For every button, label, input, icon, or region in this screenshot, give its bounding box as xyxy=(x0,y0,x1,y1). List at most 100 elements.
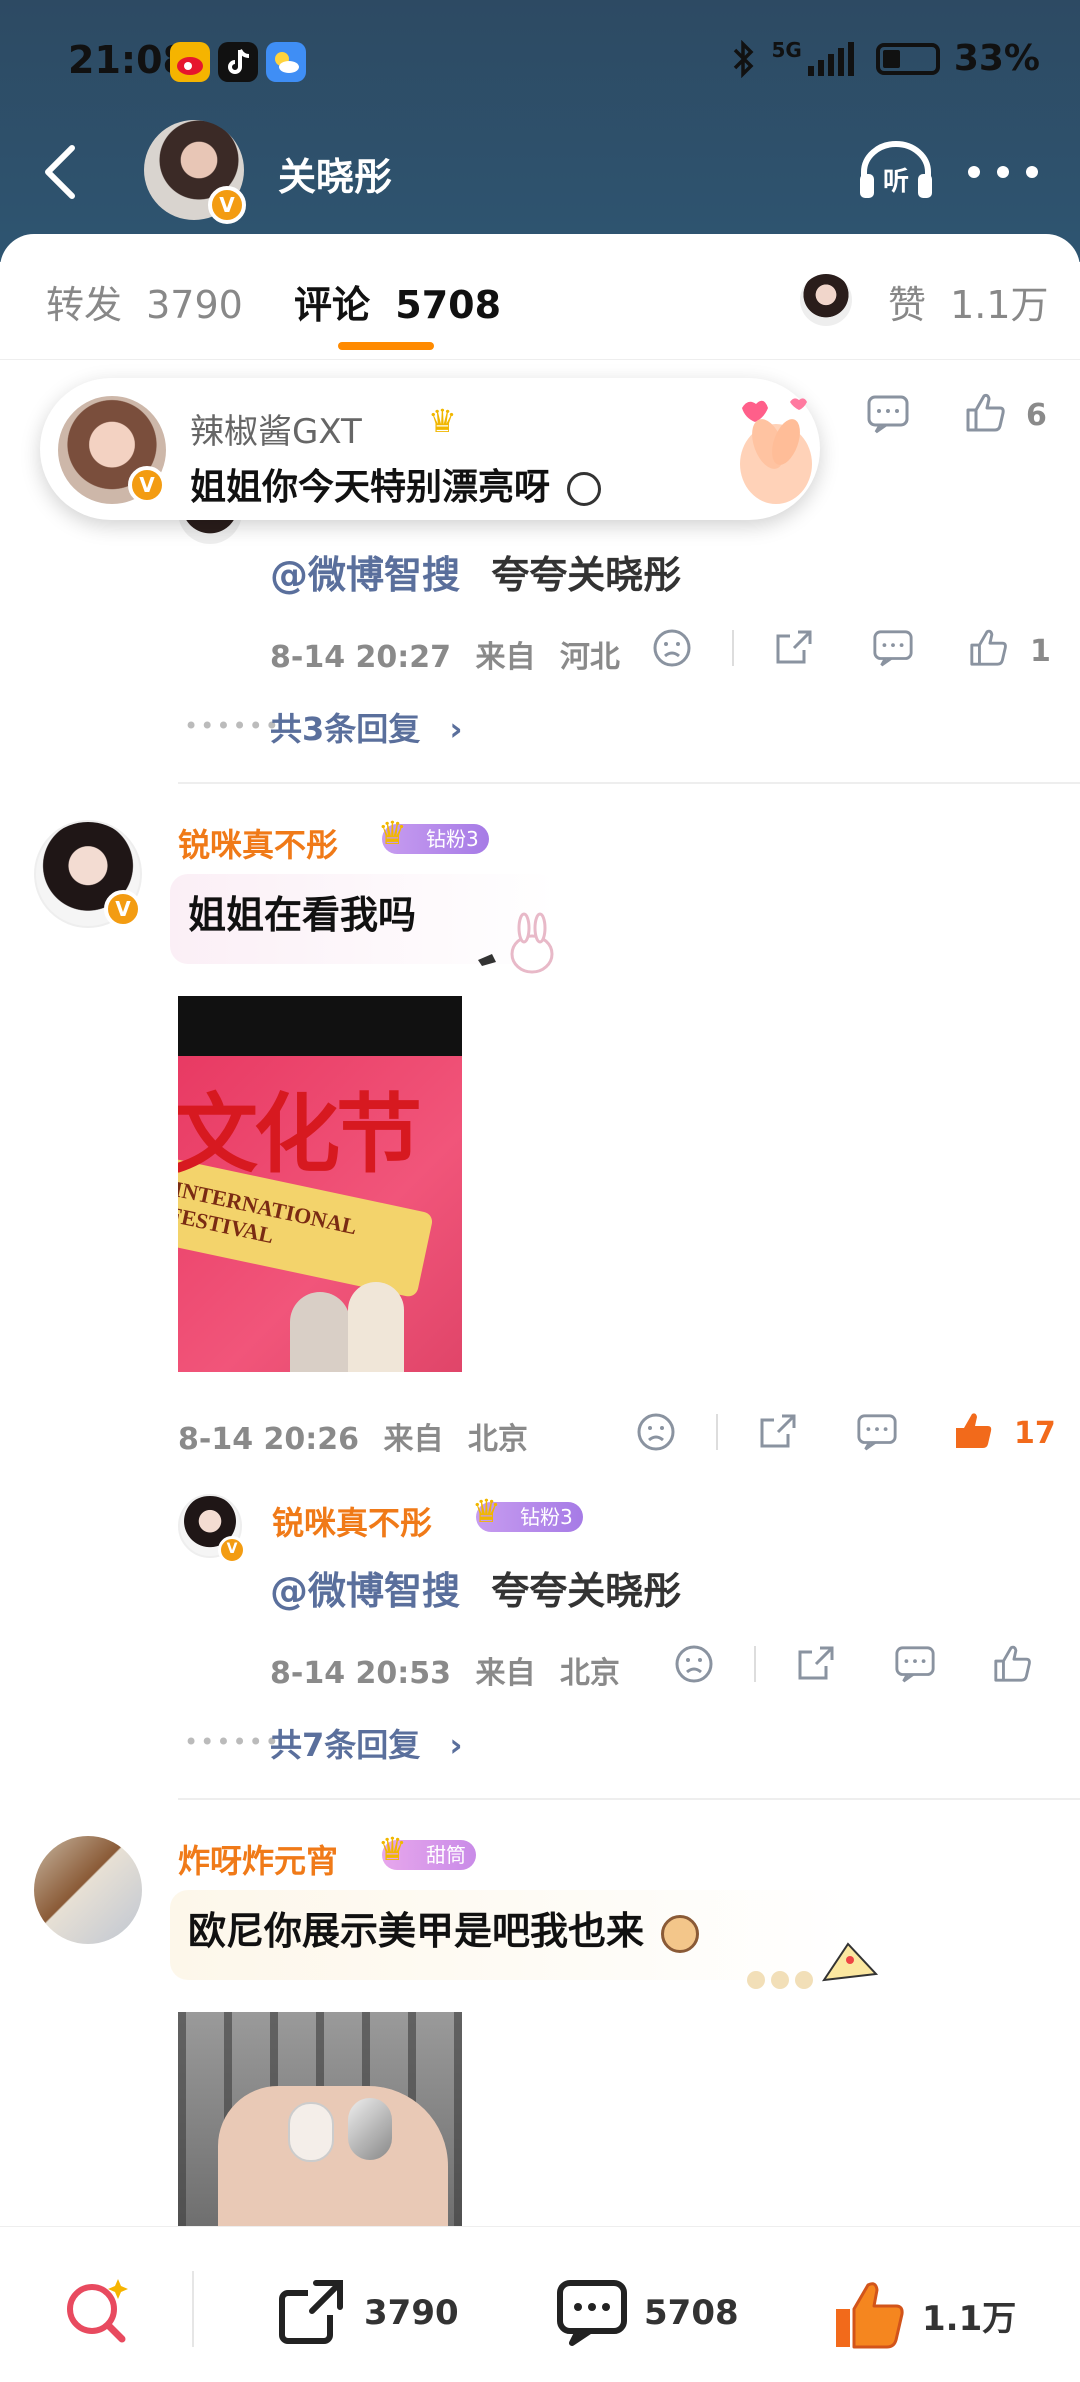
fan-level-badge[interactable]: ♛ 甜筒 xyxy=(378,1833,476,1870)
mention-link[interactable]: @微博智搜 xyxy=(270,553,460,597)
chevron-right-icon: › xyxy=(449,710,463,748)
tab-repost-label: 转发 xyxy=(46,283,123,327)
like-thumb-icon[interactable] xyxy=(992,1642,1034,1684)
comment-photo[interactable] xyxy=(178,2012,462,2226)
reply-username[interactable]: 锐咪真不彤 xyxy=(272,1498,432,1544)
verified-badge: V xyxy=(128,466,166,504)
share-icon[interactable] xyxy=(796,1644,836,1684)
like-thumb-icon[interactable] xyxy=(964,390,1008,434)
comment-divider xyxy=(178,1798,1080,1800)
fan-level-badge[interactable]: ♛ 钻粉3 xyxy=(378,817,489,854)
bluetooth-icon xyxy=(734,39,754,78)
back-arrow-icon[interactable] xyxy=(36,140,84,204)
commenter-username[interactable]: 炸呀炸元宵 xyxy=(178,1836,338,1882)
tab-repost[interactable]: 转发 3790 xyxy=(46,274,243,329)
tab-bar: 转发 3790 评论 5708 赞 1.1万 xyxy=(0,234,1080,360)
bottom-like-button[interactable]: 1.1万 xyxy=(830,2277,1016,2353)
commenter-avatar[interactable] xyxy=(34,1836,142,1944)
commenter-username[interactable]: 锐咪真不彤 xyxy=(178,820,338,866)
comment-divider xyxy=(178,782,1080,784)
crown-icon: ♛ xyxy=(472,1492,501,1530)
action-divider xyxy=(732,630,734,666)
tab-like[interactable]: 赞 1.1万 xyxy=(888,274,1049,329)
toast-username: 辣椒酱GXT xyxy=(190,412,362,452)
crown-icon: ♛ xyxy=(428,402,457,440)
dislike-face-icon[interactable] xyxy=(636,1412,676,1452)
status-right: 5G 33% xyxy=(731,38,1040,79)
verified-badge: V xyxy=(104,890,142,928)
fan-badge-text: 钻粉3 xyxy=(520,1505,573,1529)
comment-icon[interactable] xyxy=(872,628,914,668)
share-icon[interactable] xyxy=(758,1412,798,1452)
battery-icon xyxy=(875,42,940,75)
bottom-comment-button[interactable]: 5708 xyxy=(556,2277,739,2349)
top-comment-like-count: 6 xyxy=(1026,398,1047,433)
comment-text: 欧尼你展示美甲是吧我也来 xyxy=(188,1909,645,1953)
bottom-action-bar: 3790 5708 1.1万 xyxy=(0,2226,1080,2382)
reply-meta: 8-14 20:53 来自 北京 xyxy=(270,1648,620,1692)
tab-comment-count: 5708 xyxy=(395,283,502,327)
photo-nail xyxy=(288,2102,334,2162)
comment-icon[interactable] xyxy=(894,1644,936,1684)
comment-icon[interactable] xyxy=(866,394,910,434)
more-options-icon[interactable] xyxy=(968,166,1038,178)
crown-icon: ♛ xyxy=(378,814,407,852)
cat-emoji-icon xyxy=(566,472,601,506)
reply-location: 北京 xyxy=(559,1656,620,1691)
reply-mention-line: @微博智搜 夸夸关晓彤 xyxy=(270,1560,681,1615)
photo-nail xyxy=(348,2098,392,2160)
reply-from: 来自 xyxy=(475,640,536,675)
listen-headphones-icon[interactable]: 听 xyxy=(856,138,936,202)
photo-banner-text: 文化节 xyxy=(178,1085,422,1185)
reply-like-count: 1 xyxy=(1030,634,1051,669)
more-replies-text: 共7条回复 xyxy=(270,1726,421,1764)
comment-icon xyxy=(557,2280,627,2346)
dislike-face-icon[interactable] xyxy=(674,1644,714,1684)
comment-photo[interactable]: 文化节 INTERNATIONAL FESTIVAL xyxy=(178,996,462,1372)
share-icon[interactable] xyxy=(774,628,814,668)
mention-link[interactable]: @微博智搜 xyxy=(270,1569,460,1613)
bottom-comment-count: 5708 xyxy=(644,2293,739,2333)
bottom-repost-button[interactable]: 3790 xyxy=(276,2277,459,2349)
signal-icon xyxy=(807,41,854,76)
replies-dots: •••••• xyxy=(184,1728,281,1756)
more-replies-link[interactable]: 共3条回复 › xyxy=(270,704,463,750)
toast-message-text: 姐姐你今天特别漂亮呀 xyxy=(190,467,551,508)
reply-date: 8-14 20:53 xyxy=(270,1656,452,1691)
cat-emoji-icon xyxy=(661,1914,700,1953)
tab-like-count: 1.1万 xyxy=(950,283,1049,327)
fan-level-badge[interactable]: ♛ 钻粉3 xyxy=(472,1495,583,1532)
photo-hand xyxy=(218,2086,448,2226)
comment-text: 姐姐在看我吗 xyxy=(188,893,417,937)
verified-badge: V xyxy=(218,1536,246,1564)
svg-text:听: 听 xyxy=(883,167,909,197)
network-label: 5G xyxy=(771,38,802,62)
cake-sticker-icon xyxy=(747,1942,879,1989)
more-replies-text: 共3条回复 xyxy=(270,710,421,748)
profile-name[interactable]: 关晓彤 xyxy=(278,146,392,201)
liker-avatar[interactable] xyxy=(800,274,852,326)
like-thumb-active-icon[interactable] xyxy=(952,1408,996,1452)
reply-location: 河北 xyxy=(559,640,620,675)
reply-from: 来自 xyxy=(475,1656,536,1691)
dislike-face-icon[interactable] xyxy=(652,628,692,668)
comment-location: 北京 xyxy=(467,1422,528,1457)
comment-like-count: 17 xyxy=(1014,1416,1056,1451)
gift-toast[interactable]: V 辣椒酱GXT ♛ 姐姐你今天特别漂亮呀 xyxy=(40,378,820,520)
finger-heart-icon xyxy=(740,398,812,504)
tiktok-app-icon xyxy=(218,42,258,82)
ai-search-icon[interactable] xyxy=(62,2275,134,2347)
photo-person xyxy=(290,1292,350,1372)
reply-text: 夸夸关晓彤 xyxy=(491,1569,682,1613)
tab-comment[interactable]: 评论 5708 xyxy=(294,274,501,329)
bottom-divider xyxy=(192,2271,194,2347)
like-thumb-icon[interactable] xyxy=(968,626,1010,668)
comment-date: 8-14 20:26 xyxy=(178,1422,360,1457)
action-divider xyxy=(754,1646,756,1682)
reply-date: 8-14 20:27 xyxy=(270,640,452,675)
reply-meta: 8-14 20:27 来自 河北 xyxy=(270,632,620,676)
comment-icon[interactable] xyxy=(856,1412,898,1452)
more-replies-link[interactable]: 共7条回复 › xyxy=(270,1720,463,1766)
bottom-repost-count: 3790 xyxy=(364,2293,459,2333)
fan-badge-text: 甜筒 xyxy=(426,1843,466,1867)
